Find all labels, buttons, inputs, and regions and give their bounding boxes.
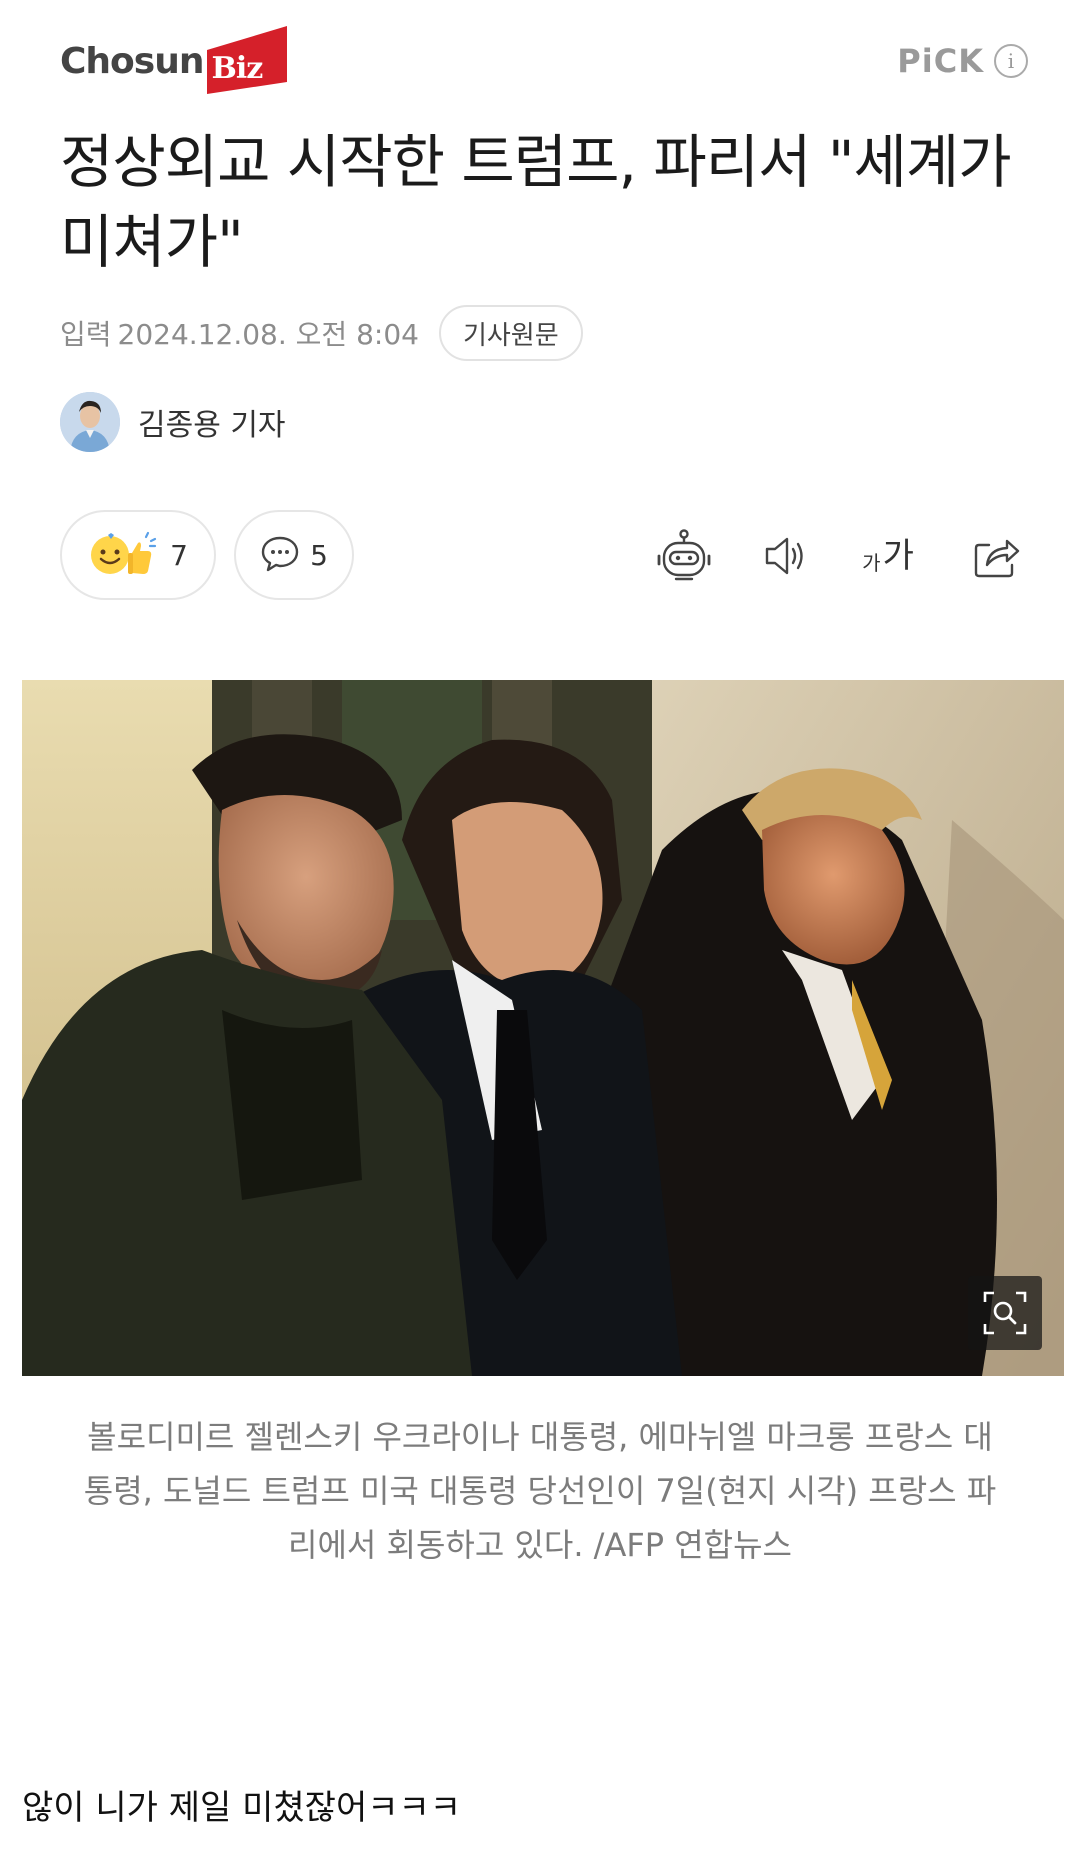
speech-bubble-icon: [260, 533, 300, 577]
info-icon[interactable]: i: [994, 44, 1028, 78]
emoji-reaction-icon: [88, 529, 160, 581]
article-headline: 정상외교 시작한 트럼프, 파리서 "세계가 미쳐가": [60, 128, 1012, 276]
user-comment-text: 않이 니가 제일 미쳤잖어ㅋㅋㅋ: [22, 1788, 462, 1828]
author-row[interactable]: 김종용 기자: [60, 392, 286, 452]
avatar: [60, 392, 120, 452]
original-article-button[interactable]: 기사원문: [438, 305, 583, 361]
reaction-button[interactable]: 7: [60, 510, 216, 600]
date-value: 2024.12.08. 오전 8:04: [117, 318, 419, 351]
comment-count: 5: [310, 538, 328, 572]
font-large-label: 가: [882, 536, 914, 576]
share-icon[interactable]: [966, 526, 1026, 586]
author-name: 김종용 기자: [138, 408, 286, 443]
article-photo[interactable]: [22, 680, 1064, 1376]
logo-biz-badge: Biz: [207, 26, 288, 94]
pick-label: PiCK: [897, 42, 984, 80]
logo-text: Chosun: [60, 41, 204, 82]
font-size-icon[interactable]: 가 가: [858, 526, 918, 586]
font-small-label: 가: [862, 551, 881, 575]
robot-summary-icon[interactable]: [654, 526, 714, 586]
pick-badge[interactable]: PiCK i: [897, 44, 1028, 78]
photo-caption: 볼로디미르 젤렌스키 우크라이나 대통령, 에마뉘엘 마크롱 프랑스 대통령, …: [83, 1418, 997, 1564]
reaction-count: 7: [170, 538, 188, 572]
zoom-icon[interactable]: [968, 1276, 1042, 1350]
chosunbiz-logo[interactable]: Chosun Biz: [60, 24, 288, 94]
speaker-icon[interactable]: [756, 526, 816, 586]
comment-button[interactable]: 5: [234, 510, 354, 600]
logo-biz-text: Biz: [211, 51, 263, 86]
article-dateline: 입력 2024.12.08. 오전 8:04 기사원문: [60, 305, 583, 361]
date-label: 입력: [60, 318, 112, 351]
